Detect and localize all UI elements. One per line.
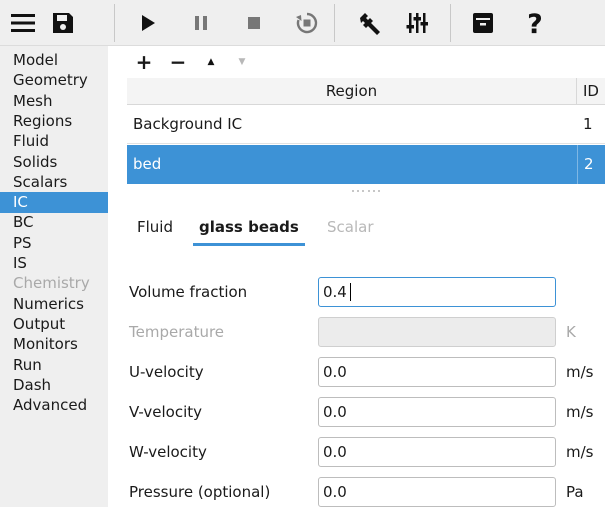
region-cell: Background IC bbox=[127, 105, 577, 144]
sidebar-item-fluid[interactable]: Fluid bbox=[0, 131, 108, 152]
arrow-up-icon: ▲ bbox=[207, 57, 215, 67]
save-button[interactable] bbox=[44, 4, 82, 42]
wrench-icon bbox=[360, 13, 380, 35]
tab-scalar[interactable]: Scalar bbox=[327, 216, 374, 246]
w-velocity-input[interactable] bbox=[318, 437, 556, 467]
sidebar-item-scalars[interactable]: Scalars bbox=[0, 172, 108, 193]
remove-region-button[interactable]: − bbox=[167, 50, 189, 74]
help-icon: ? bbox=[527, 9, 543, 37]
sidebar-item-geometry[interactable]: Geometry bbox=[0, 70, 108, 91]
move-up-button[interactable]: ▲ bbox=[200, 53, 222, 71]
play-icon bbox=[142, 15, 155, 31]
export-button[interactable] bbox=[464, 4, 502, 42]
w-velocity-label: W-velocity bbox=[129, 443, 207, 461]
volume-fraction-input[interactable] bbox=[318, 277, 556, 307]
sidebar-item-model[interactable]: Model bbox=[0, 50, 108, 71]
add-region-button[interactable]: + bbox=[133, 50, 155, 74]
sidebar-item-ps[interactable]: PS bbox=[0, 233, 108, 254]
pause-icon bbox=[195, 16, 207, 30]
stop-icon bbox=[248, 17, 260, 29]
add-icon: + bbox=[135, 50, 153, 74]
main-toolbar: ? bbox=[0, 0, 605, 46]
volume-fraction-label: Volume fraction bbox=[129, 283, 248, 301]
reset-icon bbox=[296, 12, 318, 34]
build-button[interactable] bbox=[351, 4, 389, 42]
w-velocity-unit: m/s bbox=[566, 443, 594, 461]
sidebar-item-bc[interactable]: BC bbox=[0, 212, 108, 233]
splitter-handle[interactable] bbox=[352, 190, 380, 194]
archive-icon bbox=[473, 13, 493, 33]
text-cursor bbox=[350, 283, 351, 301]
sidebar-item-regions[interactable]: Regions bbox=[0, 111, 108, 132]
pause-button[interactable] bbox=[182, 4, 220, 42]
sidebar-item-dash[interactable]: Dash bbox=[0, 375, 108, 396]
table-row-selected[interactable]: bed 2 bbox=[127, 145, 605, 184]
regions-table: Region ID Background IC 1 bed 2 bbox=[127, 78, 605, 186]
sidebar-item-mesh[interactable]: Mesh bbox=[0, 91, 108, 112]
sidebar-item-solids[interactable]: Solids bbox=[0, 152, 108, 173]
save-icon bbox=[53, 13, 73, 33]
settings-button[interactable] bbox=[398, 4, 436, 42]
tab-glass-beads[interactable]: glass beads bbox=[193, 216, 305, 246]
sidebar-item-numerics[interactable]: Numerics bbox=[0, 294, 108, 315]
tab-fluid[interactable]: Fluid bbox=[137, 216, 173, 246]
toolbar-separator bbox=[114, 4, 115, 42]
table-row[interactable]: Background IC 1 bbox=[127, 105, 605, 144]
v-velocity-unit: m/s bbox=[566, 403, 594, 421]
v-velocity-label: V-velocity bbox=[129, 403, 203, 421]
move-down-button[interactable]: ▼ bbox=[231, 53, 253, 71]
temperature-unit: K bbox=[566, 323, 576, 341]
sidebar-item-is[interactable]: IS bbox=[0, 253, 108, 274]
arrow-down-icon: ▼ bbox=[238, 57, 246, 67]
temperature-label: Temperature bbox=[129, 323, 225, 341]
svg-text:?: ? bbox=[527, 9, 543, 37]
sidebar-item-chemistry[interactable]: Chemistry bbox=[0, 273, 108, 294]
id-cell: 2 bbox=[577, 145, 605, 184]
column-header-id[interactable]: ID bbox=[577, 78, 605, 105]
v-velocity-input[interactable] bbox=[318, 397, 556, 427]
id-cell: 1 bbox=[577, 105, 605, 144]
stop-button[interactable] bbox=[235, 4, 273, 42]
reset-button[interactable] bbox=[288, 4, 326, 42]
pressure-unit: Pa bbox=[566, 483, 584, 501]
sidebar-item-ic[interactable]: IC bbox=[0, 192, 108, 214]
toolbar-separator bbox=[334, 4, 335, 42]
hamburger-menu-icon bbox=[11, 14, 35, 32]
sidebar-item-advanced[interactable]: Advanced bbox=[0, 395, 108, 416]
region-cell: bed bbox=[127, 145, 577, 184]
toolbar-separator bbox=[450, 4, 451, 42]
run-button[interactable] bbox=[129, 4, 167, 42]
minus-icon: − bbox=[169, 50, 187, 74]
column-header-region[interactable]: Region bbox=[127, 78, 577, 105]
pressure-input[interactable] bbox=[318, 477, 556, 507]
help-button[interactable]: ? bbox=[516, 4, 554, 42]
u-velocity-unit: m/s bbox=[566, 363, 594, 381]
u-velocity-label: U-velocity bbox=[129, 363, 204, 381]
sidebar-item-monitors[interactable]: Monitors bbox=[0, 334, 108, 355]
pressure-label: Pressure (optional) bbox=[129, 483, 271, 501]
sidebar: Model Geometry Mesh Regions Fluid Solids Scala… bbox=[0, 46, 108, 507]
sliders-icon bbox=[406, 13, 428, 33]
sidebar-item-run[interactable]: Run bbox=[0, 355, 108, 376]
menu-button[interactable] bbox=[4, 4, 42, 42]
sidebar-item-output[interactable]: Output bbox=[0, 314, 108, 335]
u-velocity-input[interactable] bbox=[318, 357, 556, 387]
temperature-input[interactable] bbox=[318, 317, 556, 347]
